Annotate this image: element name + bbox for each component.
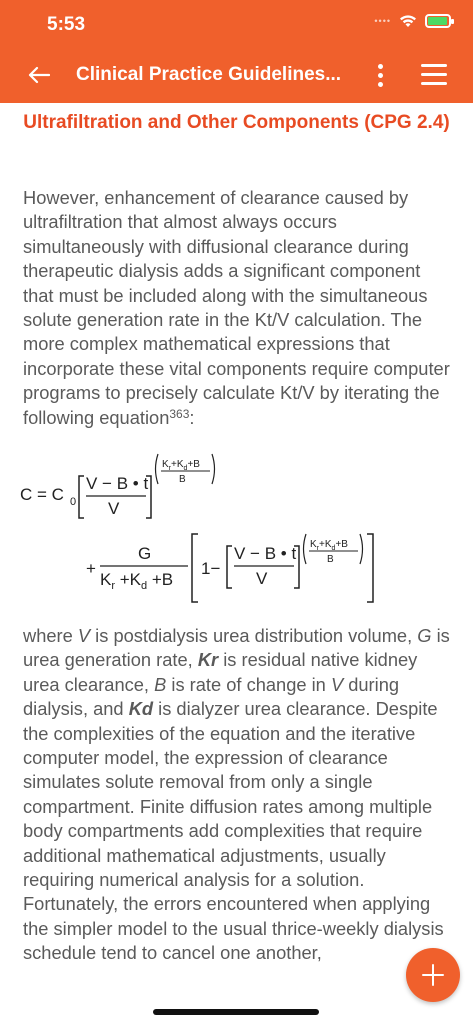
eq-lhs: C = C [20,485,64,504]
svg-text:+: + [86,559,96,578]
eq-g: G [138,544,151,563]
more-vertical-icon [377,64,383,69]
svg-text:Kr+Kd+B: Kr+Kd+B [162,459,200,472]
body-paragraph: However, enhancement of clearance caused… [23,187,450,428]
reference-superscript[interactable]: 363 [169,407,189,421]
svg-text:Kr +Kd +B: Kr +Kd +B [100,570,173,592]
body-paragraph-2: where V is postdialysis urea distributio… [23,625,450,964]
add-button[interactable] [406,948,460,1002]
home-indicator[interactable] [153,1009,319,1015]
svg-text:V − B • t: V − B • t [234,544,296,563]
svg-text:Kr+Kd+B: Kr+Kd+B [310,539,348,552]
equation: C = C 0 V − B • t V Kr+Kd+B B + G Kr +Kd… [18,452,458,612]
app-header: 5:53 •••• Clinical Practice Guidelines..… [0,0,473,103]
signal-icon: •••• [374,16,391,26]
hamburger-menu-icon [421,64,447,67]
wifi-icon [400,15,416,27]
more-options-button[interactable] [370,60,390,94]
eq-frac1-den: V [108,499,120,518]
section-heading: Ultrafiltration and Other Components (CP… [23,112,450,133]
status-icons: •••• [374,14,454,28]
back-arrow-icon [28,66,50,84]
battery-icon [425,14,454,28]
page-title: Clinical Practice Guidelines... [76,64,342,85]
plus-icon [422,964,444,986]
eq-frac1-num: V − B • t [86,474,148,493]
svg-text:B: B [327,554,334,565]
status-time: 5:53 [47,14,86,35]
back-button[interactable] [24,60,54,90]
eq-c0-sub: 0 [70,496,76,508]
eq-exp-den: B [179,474,186,485]
menu-button[interactable] [421,64,447,88]
eq-one-minus: 1− [201,559,220,578]
svg-text:V: V [256,569,268,588]
